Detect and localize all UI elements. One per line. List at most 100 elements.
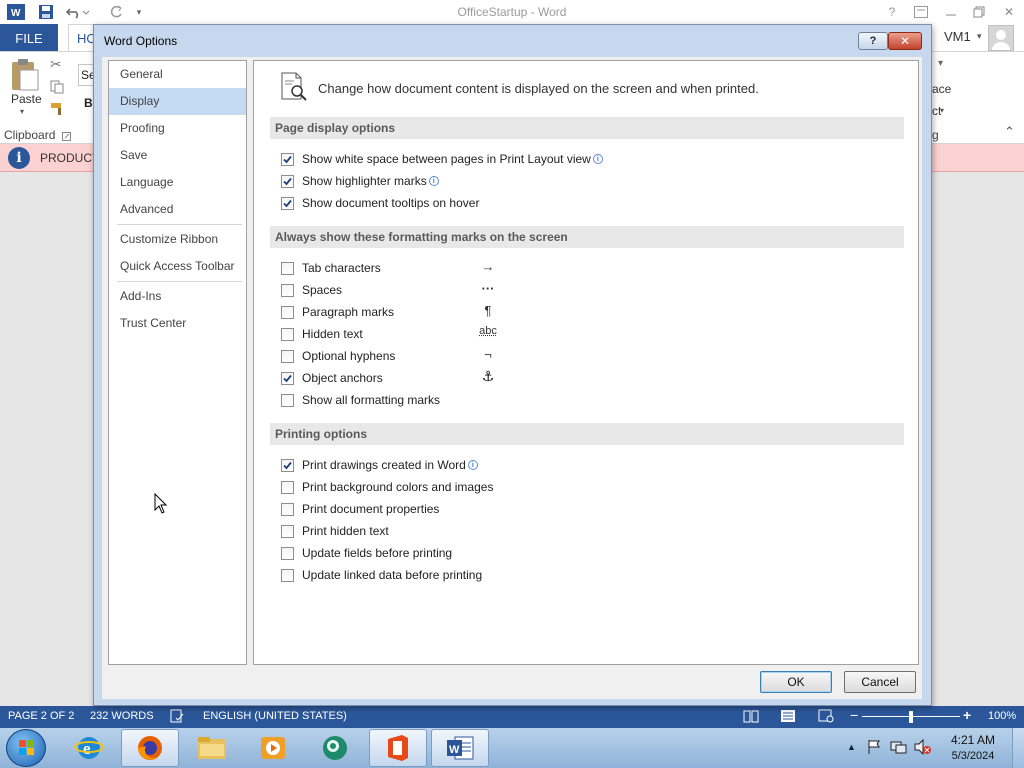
- option-show-document-tooltips[interactable]: Show document tooltips on hover: [281, 194, 479, 212]
- show-desktop-button[interactable]: [1012, 728, 1024, 768]
- checkbox[interactable]: [281, 197, 294, 210]
- option-label: Update linked data before printing: [302, 568, 482, 582]
- zoom-in-icon[interactable]: +: [963, 707, 971, 723]
- nav-item-customize-ribbon[interactable]: Customize Ribbon: [109, 226, 246, 253]
- nav-item-general[interactable]: General: [109, 61, 246, 88]
- option-update-fields[interactable]: Update fields before printing: [281, 544, 452, 562]
- start-orb-icon[interactable]: [6, 729, 46, 767]
- dialog-title: Word Options: [104, 34, 177, 48]
- checkbox[interactable]: [281, 547, 294, 560]
- option-spaces[interactable]: Spaces ···: [281, 281, 521, 299]
- checkbox[interactable]: [281, 350, 294, 363]
- web-layout-icon[interactable]: [818, 709, 834, 726]
- checkbox[interactable]: [281, 372, 294, 385]
- network-icon[interactable]: [890, 739, 908, 758]
- minimize-icon[interactable]: [942, 3, 960, 21]
- zoom-level[interactable]: 100%: [988, 710, 1016, 722]
- word-icon[interactable]: W: [431, 729, 489, 767]
- user-name[interactable]: VM1: [944, 29, 971, 44]
- option-optional-hyphens[interactable]: Optional hyphens ¬: [281, 347, 521, 365]
- option-tab-characters[interactable]: Tab characters →: [281, 259, 521, 277]
- option-show-all-formatting-marks[interactable]: Show all formatting marks: [281, 391, 521, 409]
- nav-item-save[interactable]: Save: [109, 142, 246, 169]
- paste-dropdown-icon[interactable]: ▾: [20, 107, 24, 116]
- hidden-text-symbol: abc: [476, 325, 500, 337]
- anchor-icon: ⚓: [476, 369, 500, 385]
- restore-icon[interactable]: [970, 3, 988, 21]
- clock-date[interactable]: 5/3/2024: [946, 750, 1000, 762]
- volume-muted-icon[interactable]: [914, 739, 932, 758]
- clipboard-launcher-icon[interactable]: [62, 130, 71, 144]
- window-close-icon[interactable]: ✕: [1000, 3, 1018, 21]
- paste-label[interactable]: Paste: [11, 92, 42, 106]
- option-show-white-space[interactable]: Show white space between pages in Print …: [281, 150, 603, 168]
- user-dropdown-icon[interactable]: ▾: [977, 31, 982, 42]
- option-print-drawings[interactable]: Print drawings created in Word i: [281, 456, 478, 474]
- firefox-icon[interactable]: [121, 729, 179, 767]
- language-status[interactable]: ENGLISH (UNITED STATES): [203, 710, 347, 722]
- option-update-linked-data[interactable]: Update linked data before printing: [281, 566, 482, 584]
- action-center-flag-icon[interactable]: [866, 739, 882, 758]
- print-layout-icon[interactable]: [780, 709, 796, 726]
- page-count[interactable]: PAGE 2 OF 2: [8, 710, 74, 722]
- nav-item-advanced[interactable]: Advanced: [109, 196, 246, 223]
- info-icon: i: [468, 460, 478, 470]
- office-icon[interactable]: [369, 729, 427, 767]
- zoom-out-icon[interactable]: −: [850, 707, 858, 723]
- read-mode-icon[interactable]: [743, 709, 759, 726]
- checkbox[interactable]: [281, 394, 294, 407]
- media-player-icon[interactable]: [244, 729, 302, 767]
- checkbox[interactable]: [281, 525, 294, 538]
- cancel-button[interactable]: Cancel: [844, 671, 916, 693]
- option-print-background[interactable]: Print background colors and images: [281, 478, 493, 496]
- format-painter-icon[interactable]: [50, 102, 66, 119]
- bold-button[interactable]: B: [84, 96, 93, 110]
- internet-explorer-icon[interactable]: e: [60, 729, 118, 767]
- zoom-slider-thumb[interactable]: [909, 711, 913, 723]
- checkbox[interactable]: [281, 481, 294, 494]
- option-print-document-properties[interactable]: Print document properties: [281, 500, 439, 518]
- file-tab[interactable]: FILE: [0, 24, 58, 52]
- word-count[interactable]: 232 WORDS: [90, 710, 154, 722]
- paste-icon[interactable]: [10, 58, 40, 95]
- checkbox[interactable]: [281, 175, 294, 188]
- checkbox[interactable]: [281, 328, 294, 341]
- option-print-hidden-text[interactable]: Print hidden text: [281, 522, 389, 540]
- app-sphere-icon[interactable]: [306, 729, 364, 767]
- nav-item-add-ins[interactable]: Add-Ins: [109, 283, 246, 310]
- collapse-ribbon-icon[interactable]: ⌃: [1004, 124, 1015, 140]
- info-icon: i: [429, 176, 439, 186]
- checkbox[interactable]: [281, 306, 294, 319]
- checkbox[interactable]: [281, 459, 294, 472]
- dialog-help-button[interactable]: ?: [858, 32, 888, 50]
- option-paragraph-marks[interactable]: Paragraph marks ¶: [281, 303, 521, 321]
- checkbox[interactable]: [281, 284, 294, 297]
- checkbox[interactable]: [281, 569, 294, 582]
- nav-item-display[interactable]: Display: [109, 88, 246, 115]
- option-object-anchors[interactable]: Object anchors ⚓: [281, 369, 521, 387]
- nav-item-quick-access-toolbar[interactable]: Quick Access Toolbar: [109, 253, 246, 280]
- ribbon-dropdown-icon[interactable]: ▾: [938, 58, 943, 69]
- option-hidden-text[interactable]: Hidden text abc: [281, 325, 521, 343]
- clock-time[interactable]: 4:21 AM: [948, 733, 998, 747]
- show-hidden-icons-icon[interactable]: ▲: [847, 742, 856, 752]
- checkbox[interactable]: [281, 503, 294, 516]
- ribbon-display-options-icon[interactable]: [912, 3, 930, 21]
- nav-item-proofing[interactable]: Proofing: [109, 115, 246, 142]
- cut-icon[interactable]: ✂: [50, 56, 62, 73]
- checkbox[interactable]: [281, 153, 294, 166]
- replace-label[interactable]: ace: [932, 82, 951, 96]
- ok-button[interactable]: OK: [760, 671, 832, 693]
- nav-item-trust-center[interactable]: Trust Center: [109, 310, 246, 337]
- file-explorer-icon[interactable]: [183, 729, 241, 767]
- option-show-highlighter-marks[interactable]: Show highlighter marks i: [281, 172, 439, 190]
- select-dropdown-icon[interactable]: ▾: [940, 106, 944, 115]
- nav-item-language[interactable]: Language: [109, 169, 246, 196]
- checkbox[interactable]: [281, 262, 294, 275]
- help-icon[interactable]: ?: [884, 3, 900, 21]
- dialog-close-button[interactable]: ✕: [888, 32, 922, 50]
- editing-group-label: g: [932, 128, 939, 142]
- avatar[interactable]: [988, 25, 1014, 51]
- copy-icon[interactable]: [50, 80, 64, 97]
- proofing-icon[interactable]: [170, 709, 184, 726]
